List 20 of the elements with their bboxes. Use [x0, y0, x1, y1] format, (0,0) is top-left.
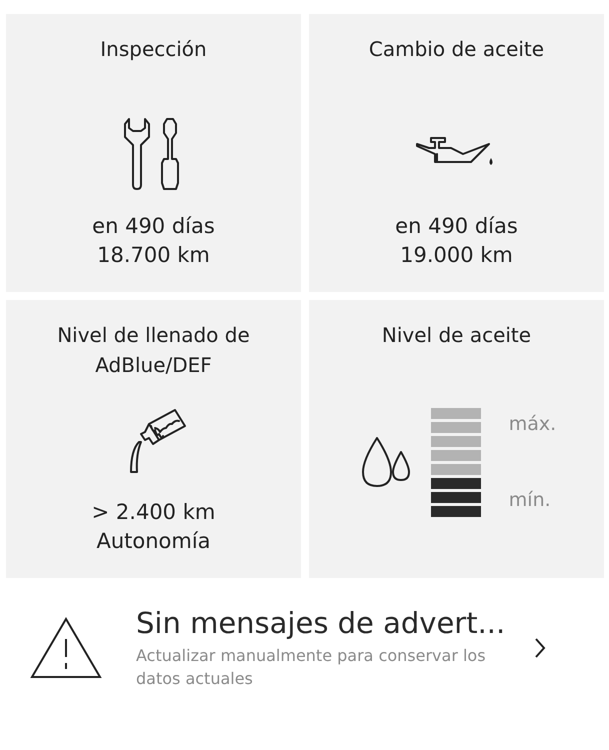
tile-value: Autonomía	[96, 528, 211, 555]
oil-level-card[interactable]: Nivel de aceite máx. mín.	[309, 300, 604, 578]
tile-title: Inspección	[100, 36, 207, 63]
tile-title: Nivel de aceite	[382, 322, 532, 349]
tile-value: 18.700 km	[97, 242, 210, 269]
tile-value: en 490 días	[92, 213, 215, 240]
status-card[interactable]: Cambio de aceite en 490 días 19.000 km	[309, 14, 604, 292]
warning-subtitle: Actualizar manualmente para conservar los datos actuales	[136, 645, 487, 690]
tile-title: Cambio de aceite	[368, 36, 544, 63]
warning-icon	[30, 617, 102, 679]
max-label: máx.	[508, 413, 556, 435]
status-card[interactable]: Inspección en 490 días 18.700 km	[6, 14, 301, 292]
tile-value: > 2.400 km	[92, 499, 216, 526]
warning-title: Sin mensajes de advert...	[136, 606, 506, 640]
tile-title: Nivel de llenado de AdBlue/DEF	[56, 322, 251, 379]
status-card[interactable]: Nivel de llenado de AdBlue/DEF > 2.400 km Autonomía	[6, 300, 301, 578]
min-label: mín.	[508, 489, 552, 511]
chevron-right-icon[interactable]	[534, 637, 546, 659]
tile-value: en 490 días	[395, 213, 518, 240]
tile-value: 19.000 km	[400, 242, 513, 269]
